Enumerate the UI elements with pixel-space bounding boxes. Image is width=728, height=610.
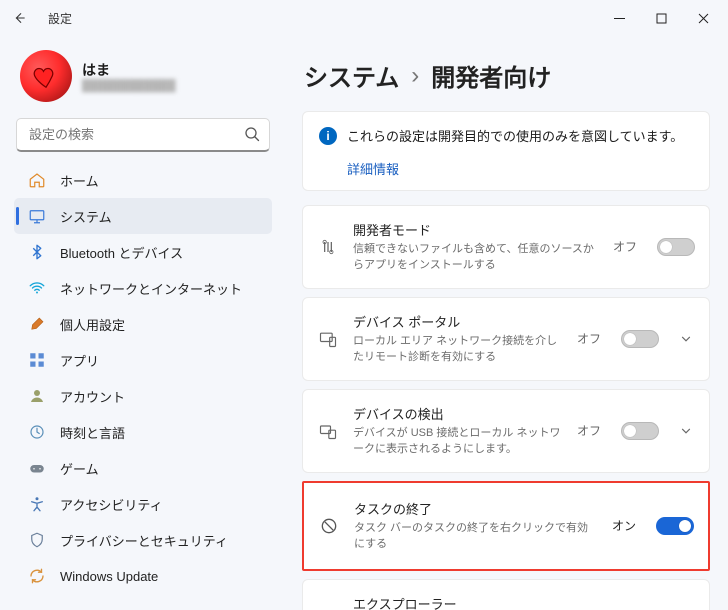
toggle-switch[interactable] — [657, 238, 695, 256]
close-icon — [698, 13, 709, 24]
nav-label: ホーム — [60, 171, 99, 190]
info-link[interactable]: 詳細情報 — [347, 159, 693, 178]
info-banner: i これらの設定は開発目的での使用のみを意図しています。 詳細情報 — [302, 111, 710, 191]
shield-icon — [28, 531, 46, 549]
wifi-icon — [28, 279, 46, 297]
account-email: ████████████ — [82, 80, 176, 92]
window-title: 設定 — [48, 10, 72, 27]
accessibility-icon — [28, 495, 46, 513]
nav-apps[interactable]: アプリ — [14, 342, 272, 378]
nav-label: システム — [60, 207, 112, 226]
nav-system[interactable]: システム — [14, 198, 272, 234]
card-end-task[interactable]: タスクの終了 タスク バーのタスクの終了を右クリックで有効にする オン — [302, 481, 710, 571]
minimize-button[interactable] — [598, 3, 640, 33]
nav-gaming[interactable]: ゲーム — [14, 450, 272, 486]
card-desc: デバイスが USB 接続とローカル ネットワークに表示されるようにします。 — [353, 426, 563, 458]
nav-label: アプリ — [60, 351, 99, 370]
nav-privacy[interactable]: プライバシーとセキュリティ — [14, 522, 272, 558]
toggle-state: オフ — [577, 422, 601, 439]
game-icon — [28, 459, 46, 477]
code-icon — [317, 237, 339, 257]
apps-icon — [28, 351, 46, 369]
breadcrumb-parent[interactable]: システム — [304, 58, 399, 93]
nav-accessibility[interactable]: アクセシビリティ — [14, 486, 272, 522]
nav-bluetooth[interactable]: Bluetooth とデバイス — [14, 234, 272, 270]
nav-home[interactable]: ホーム — [14, 162, 272, 198]
clock-icon — [28, 423, 46, 441]
sidebar: はま ████████████ ホーム システム Bluetooth とデバイス — [0, 36, 284, 610]
card-title: デバイスの検出 — [353, 404, 563, 423]
card-title: タスクの終了 — [354, 499, 598, 518]
account-card[interactable]: はま ████████████ — [14, 44, 272, 116]
card-desc: ローカル エリア ネットワーク接続を介したリモート診断を有効にする — [353, 334, 563, 366]
search-box — [16, 118, 270, 152]
bluetooth-icon — [28, 243, 46, 261]
toggle-switch[interactable] — [621, 422, 659, 440]
search-icon — [244, 126, 260, 142]
arrow-left-icon — [12, 11, 26, 25]
brush-icon — [28, 315, 46, 333]
main-content: システム › 開発者向け i これらの設定は開発目的での使用のみを意図しています… — [284, 36, 728, 610]
nav-label: ネットワークとインターネット — [60, 279, 242, 298]
account-name: はま — [82, 60, 176, 80]
nav-label: アクセシビリティ — [60, 495, 163, 514]
back-button[interactable] — [12, 11, 36, 25]
nav-label: アカウント — [60, 387, 125, 406]
chevron-right-icon: › — [411, 62, 419, 90]
nav-label: Windows Update — [60, 569, 158, 584]
info-icon: i — [319, 127, 337, 145]
device-icon — [317, 421, 339, 441]
nav-label: ゲーム — [60, 459, 99, 478]
nav-list: ホーム システム Bluetooth とデバイス ネットワークとインターネット … — [14, 162, 272, 594]
chevron-down-icon[interactable] — [679, 332, 695, 346]
toggle-state: オン — [612, 517, 636, 534]
card-desc: 信頼できないファイルも含めて、任意のソースからアプリをインストールする — [353, 242, 599, 274]
title-bar: 設定 — [0, 0, 728, 36]
card-title: デバイス ポータル — [353, 312, 563, 331]
nav-label: 時刻と言語 — [60, 423, 125, 442]
block-icon — [318, 516, 340, 536]
system-icon — [28, 207, 46, 225]
update-icon — [28, 567, 46, 585]
toggle-switch[interactable] — [656, 517, 694, 535]
breadcrumb-current: 開発者向け — [431, 58, 551, 93]
chevron-down-icon[interactable] — [679, 424, 695, 438]
nav-label: 個人用設定 — [60, 315, 125, 334]
portal-icon — [317, 329, 339, 349]
card-desc: タスク バーのタスクの終了を右クリックで有効にする — [354, 521, 598, 553]
card-title: 開発者モード — [353, 220, 599, 239]
maximize-icon — [656, 13, 667, 24]
avatar — [20, 50, 72, 102]
toggle-state: オフ — [577, 330, 601, 347]
close-button[interactable] — [682, 3, 724, 33]
nav-label: プライバシーとセキュリティ — [60, 531, 228, 550]
toggle-state: オフ — [613, 238, 637, 255]
home-icon — [28, 171, 46, 189]
minimize-icon — [614, 13, 625, 24]
nav-time-language[interactable]: 時刻と言語 — [14, 414, 272, 450]
card-developer-mode[interactable]: 開発者モード 信頼できないファイルも含めて、任意のソースからアプリをインストール… — [302, 205, 710, 289]
card-device-discovery[interactable]: デバイスの検出 デバイスが USB 接続とローカル ネットワークに表示されるよう… — [302, 389, 710, 473]
nav-personalization[interactable]: 個人用設定 — [14, 306, 272, 342]
nav-update[interactable]: Windows Update — [14, 558, 272, 594]
info-text: これらの設定は開発目的での使用のみを意図しています。 — [347, 126, 683, 145]
search-input[interactable] — [16, 118, 270, 152]
nav-accounts[interactable]: アカウント — [14, 378, 272, 414]
nav-network[interactable]: ネットワークとインターネット — [14, 270, 272, 306]
card-title: エクスプローラー — [353, 594, 659, 610]
card-device-portal[interactable]: デバイス ポータル ローカル エリア ネットワーク接続を介したリモート診断を有効… — [302, 297, 710, 381]
card-explorer[interactable]: エクスプローラー エクスプローラーを使用して、これらの設定を調整して開発者に優し… — [302, 579, 710, 610]
person-icon — [28, 387, 46, 405]
nav-label: Bluetooth とデバイス — [60, 243, 183, 262]
maximize-button[interactable] — [640, 3, 682, 33]
toggle-switch[interactable] — [621, 330, 659, 348]
breadcrumb: システム › 開発者向け — [302, 52, 710, 111]
